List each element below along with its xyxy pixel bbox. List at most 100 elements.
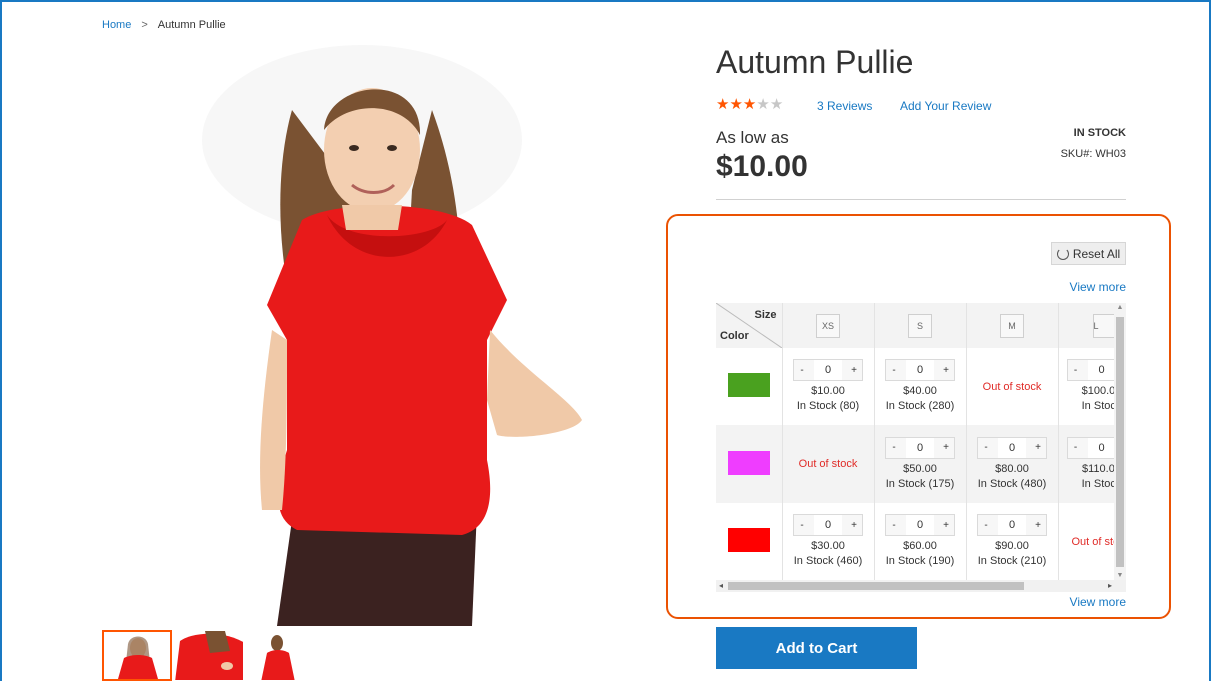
matrix-cell: -0+ $100.00 In Stock bbox=[1058, 348, 1114, 425]
color-swatch-green bbox=[727, 373, 770, 397]
cell-price: $60.00 bbox=[903, 540, 937, 552]
matrix-cell: -0+ $110.00 In Stock bbox=[1058, 425, 1114, 503]
vertical-scroll-thumb[interactable] bbox=[1116, 317, 1124, 567]
qty-stepper[interactable]: -0 + bbox=[793, 514, 863, 536]
qty-input[interactable]: 0 bbox=[998, 437, 1026, 458]
decrement-button[interactable]: - bbox=[978, 520, 994, 531]
cell-stock: In Stock (480) bbox=[977, 477, 1047, 490]
decrement-button[interactable]: - bbox=[794, 520, 810, 531]
matrix-cell: -0 + $80.00 In Stock (480) bbox=[966, 425, 1059, 503]
cell-price: $40.00 bbox=[903, 385, 937, 397]
cell-stock: In Stock (210) bbox=[977, 555, 1047, 567]
stock-status: IN STOCK bbox=[1073, 127, 1126, 139]
increment-button[interactable]: + bbox=[1030, 520, 1046, 531]
cell-price: $10.00 bbox=[811, 385, 845, 397]
qty-input[interactable]: 0 bbox=[906, 437, 934, 458]
star-icon: ★ bbox=[716, 96, 730, 113]
scroll-left-icon[interactable]: ◂ bbox=[719, 580, 723, 592]
matrix-cell: Out of stock bbox=[782, 425, 875, 503]
qty-stepper[interactable]: -0+ bbox=[1066, 359, 1114, 381]
decrement-button[interactable]: - bbox=[886, 365, 902, 376]
qty-input[interactable]: 0 bbox=[998, 515, 1026, 535]
qty-input[interactable]: 0 bbox=[814, 515, 842, 535]
increment-button[interactable]: + bbox=[846, 365, 862, 376]
star-icon: ★ bbox=[742, 96, 757, 113]
qty-stepper[interactable]: -0+ bbox=[1066, 436, 1114, 459]
color-swatch-magenta bbox=[727, 450, 770, 475]
horizontal-scrollbar[interactable]: ◂ ▸ bbox=[716, 580, 1126, 592]
breadcrumb: Home > Autumn Pullie bbox=[102, 19, 226, 31]
cell-price: $100.00 bbox=[1081, 385, 1114, 397]
horizontal-scroll-thumb[interactable] bbox=[728, 582, 1024, 590]
rating-stars: ★ ★ ★ ★ ★ bbox=[716, 97, 783, 112]
decrement-button[interactable]: - bbox=[886, 520, 902, 531]
refresh-icon bbox=[1056, 247, 1069, 260]
size-header-m: M bbox=[966, 303, 1059, 348]
out-of-stock-label: Out of stock bbox=[798, 458, 858, 470]
size-l: L bbox=[1092, 313, 1114, 338]
product-main-image[interactable] bbox=[102, 40, 682, 626]
matrix-cell: -0 + $40.00 In Stock (280) bbox=[874, 348, 967, 425]
cell-price: $30.00 bbox=[811, 540, 845, 552]
qty-input[interactable]: 0 bbox=[906, 360, 934, 380]
increment-button[interactable]: + bbox=[1030, 442, 1046, 453]
cell-stock: In Stock (80) bbox=[796, 400, 860, 412]
increment-button[interactable]: + bbox=[846, 520, 862, 531]
qty-stepper[interactable]: -0 + bbox=[977, 436, 1047, 459]
scroll-right-icon[interactable]: ▸ bbox=[1108, 580, 1112, 592]
scroll-down-icon[interactable]: ▼ bbox=[1114, 572, 1126, 579]
decrement-button[interactable]: - bbox=[1068, 442, 1084, 453]
cell-stock: In Stock (175) bbox=[885, 477, 955, 490]
size-header-l: L bbox=[1058, 303, 1114, 348]
vertical-scrollbar[interactable]: ▲ ▼ bbox=[1114, 303, 1126, 580]
add-review-link[interactable]: Add Your Review bbox=[900, 99, 991, 113]
decrement-button[interactable]: - bbox=[886, 442, 902, 453]
add-to-cart-button[interactable]: Add to Cart bbox=[716, 627, 917, 669]
increment-button[interactable]: + bbox=[938, 365, 954, 376]
qty-stepper[interactable]: -0 + bbox=[885, 514, 955, 536]
qty-stepper[interactable]: -0 + bbox=[885, 359, 955, 381]
breadcrumb-current: Autumn Pullie bbox=[157, 19, 226, 31]
as-low-as-label: As low as bbox=[716, 128, 789, 147]
color-axis-label: Color bbox=[720, 330, 749, 342]
matrix-row-green: -0 + $10.00 In Stock (80) -0 + $40.00 In S… bbox=[716, 348, 1114, 425]
view-more-link-bottom[interactable]: View more bbox=[1070, 595, 1126, 609]
matrix-grid: Size Color XS S M L -0 + $10.00 In Stock … bbox=[716, 303, 1114, 580]
out-of-stock-label: Out of stock bbox=[1071, 535, 1115, 548]
reset-all-button[interactable]: Reset All bbox=[1051, 242, 1126, 265]
decrement-button[interactable]: - bbox=[1068, 365, 1084, 376]
increment-button[interactable]: + bbox=[938, 442, 954, 453]
out-of-stock-label: Out of stock bbox=[982, 380, 1042, 393]
qty-stepper[interactable]: -0 + bbox=[885, 436, 955, 459]
size-xs: XS bbox=[816, 313, 840, 338]
breadcrumb-separator: > bbox=[141, 19, 148, 31]
matrix-cell: -0 + $90.00 In Stock (210) bbox=[966, 503, 1059, 580]
thumbnail-2[interactable] bbox=[174, 630, 244, 681]
breadcrumb-home-link[interactable]: Home bbox=[102, 19, 131, 31]
qty-stepper[interactable]: -0 + bbox=[977, 514, 1047, 536]
product-price: $10.00 bbox=[716, 150, 808, 183]
qty-input[interactable]: 0 bbox=[1087, 437, 1114, 458]
reviews-link[interactable]: 3 Reviews bbox=[817, 99, 872, 113]
increment-button[interactable]: + bbox=[938, 520, 954, 531]
decrement-button[interactable]: - bbox=[978, 442, 994, 453]
decrement-button[interactable]: - bbox=[794, 365, 810, 376]
matrix-row-magenta: Out of stock -0 + $50.00 In Stock (175) -… bbox=[716, 425, 1114, 503]
qty-input[interactable]: 0 bbox=[814, 360, 842, 380]
view-more-link-top[interactable]: View more bbox=[1070, 280, 1126, 294]
cell-stock: In Stock (190) bbox=[885, 555, 955, 567]
thumbnail-1[interactable] bbox=[102, 630, 172, 681]
scroll-up-icon[interactable]: ▲ bbox=[1114, 304, 1126, 311]
color-swatch-red bbox=[727, 528, 770, 552]
cell-price: $110.00 bbox=[1082, 462, 1114, 475]
cell-price: $80.00 bbox=[995, 462, 1029, 475]
cell-price: $50.00 bbox=[903, 462, 937, 475]
cell-price: $90.00 bbox=[995, 540, 1029, 552]
thumbnail-3[interactable] bbox=[246, 630, 316, 681]
qty-input[interactable]: 0 bbox=[1087, 360, 1114, 380]
size-s: S bbox=[908, 313, 932, 338]
qty-stepper[interactable]: -0 + bbox=[793, 359, 863, 381]
qty-input[interactable]: 0 bbox=[906, 515, 934, 535]
matrix-row-red: -0 + $30.00 In Stock (460) -0 + $60.00 In … bbox=[716, 503, 1114, 580]
star-icon: ★ bbox=[729, 96, 743, 113]
